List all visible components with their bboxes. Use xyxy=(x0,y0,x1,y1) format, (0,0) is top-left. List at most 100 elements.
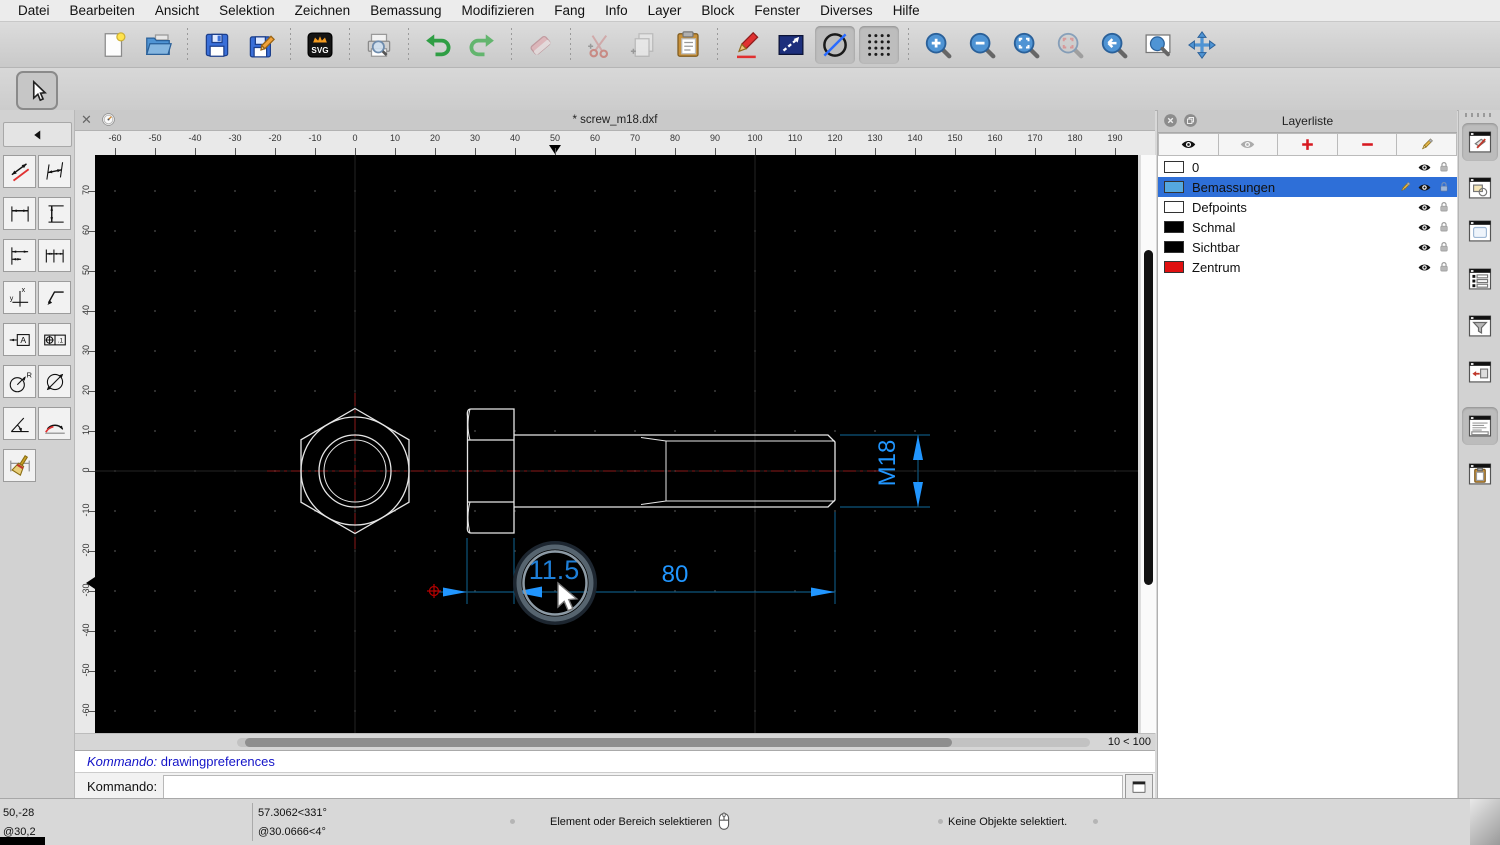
layers-eye-faded-button[interactable] xyxy=(1218,133,1279,156)
menu-layer[interactable]: Layer xyxy=(638,0,692,22)
layer-visibility-icon[interactable] xyxy=(1417,160,1432,175)
palette-back-button[interactable] xyxy=(3,122,72,147)
pointer-tool-button[interactable] xyxy=(16,71,58,110)
reset-button[interactable] xyxy=(815,25,855,64)
menu-info[interactable]: Info xyxy=(595,0,638,22)
layers-plus-button[interactable] xyxy=(1278,133,1338,156)
dock-blocks-toggle[interactable] xyxy=(1462,169,1498,207)
dim-angular-button[interactable] xyxy=(3,407,36,440)
dock-command-toggle[interactable] xyxy=(1462,407,1498,445)
command-detach-button[interactable] xyxy=(1125,774,1153,799)
panel-close-icon[interactable] xyxy=(1162,112,1179,129)
dim-label-button[interactable]: A xyxy=(3,323,36,356)
dim-linear-button[interactable] xyxy=(38,155,71,188)
undo-button[interactable] xyxy=(418,26,458,64)
v-ruler-label: 50 xyxy=(81,265,91,276)
layer-visibility-icon[interactable] xyxy=(1417,180,1432,195)
dock-layers-toggle[interactable] xyxy=(1462,123,1498,161)
dim-leader-button[interactable] xyxy=(38,281,71,314)
layer-row-bemassungen[interactable]: Bemassungen xyxy=(1158,177,1457,197)
zoom-auto-button[interactable] xyxy=(1006,26,1046,64)
horizontal-scrollbar[interactable] xyxy=(237,738,1090,747)
dim-tolerance-button[interactable]: .1 xyxy=(38,323,71,356)
resize-grip[interactable] xyxy=(1470,799,1500,845)
undo-icon xyxy=(426,33,451,56)
dim-radius-button[interactable]: R xyxy=(3,365,36,398)
layer-lock-icon[interactable] xyxy=(1437,260,1451,274)
layer-lock-icon[interactable] xyxy=(1437,220,1451,234)
zoom-in-button[interactable] xyxy=(918,26,958,64)
menu-hilfe[interactable]: Hilfe xyxy=(883,0,930,22)
pen-button[interactable] xyxy=(727,26,767,64)
drawing-canvas[interactable]: 11.5 80 M18 xyxy=(95,155,1138,733)
layer-edit-icon[interactable] xyxy=(1398,180,1412,194)
menu-modifizieren[interactable]: Modifizieren xyxy=(452,0,545,22)
layer-visibility-icon[interactable] xyxy=(1417,240,1432,255)
dock-properties-toggle[interactable] xyxy=(1462,260,1498,298)
tool-options-bar xyxy=(0,68,1500,111)
paste-button[interactable] xyxy=(668,26,708,64)
dock-views-toggle[interactable] xyxy=(1462,212,1498,250)
menu-zeichnen[interactable]: Zeichnen xyxy=(285,0,361,22)
dim-continue-button[interactable] xyxy=(38,239,71,272)
vertical-scrollbar-thumb[interactable] xyxy=(1144,250,1153,585)
open-folder-button[interactable] xyxy=(138,26,178,64)
panel-float-icon[interactable] xyxy=(1182,112,1199,129)
dim-horizontal-button[interactable] xyxy=(3,197,36,230)
menu-ansicht[interactable]: Ansicht xyxy=(145,0,209,22)
layer-row-defpoints[interactable]: Defpoints xyxy=(1158,197,1457,217)
dim-aligned-button[interactable] xyxy=(3,155,36,188)
dock-clipboard-toggle[interactable] xyxy=(1462,455,1498,493)
zoom-out-button[interactable] xyxy=(962,26,1002,64)
save-button[interactable] xyxy=(197,26,237,64)
print-preview-button[interactable] xyxy=(359,26,399,64)
dock-library-toggle[interactable] xyxy=(1462,353,1498,391)
dock-filter-toggle[interactable] xyxy=(1462,307,1498,345)
layer-visibility-icon[interactable] xyxy=(1417,200,1432,215)
layer-lock-icon[interactable] xyxy=(1437,180,1451,194)
dim-ordinate-button[interactable]: xy xyxy=(3,281,36,314)
dim-arc-button[interactable] xyxy=(38,407,71,440)
layer-row-schmal[interactable]: Schmal xyxy=(1158,217,1457,237)
line-props-button[interactable] xyxy=(771,26,811,64)
layer-visibility-icon[interactable] xyxy=(1417,220,1432,235)
menu-block[interactable]: Block xyxy=(691,0,744,22)
layer-row-sichtbar[interactable]: Sichtbar xyxy=(1158,237,1457,257)
layer-row-0[interactable]: 0 xyxy=(1158,157,1457,177)
redo-icon xyxy=(469,33,494,56)
command-input[interactable] xyxy=(163,774,1123,799)
grid-button[interactable] xyxy=(859,25,899,64)
new-file-button[interactable] xyxy=(94,26,134,64)
vertical-scrollbar[interactable] xyxy=(1140,155,1156,733)
save-as-button[interactable] xyxy=(241,26,281,64)
dim-regen-button[interactable] xyxy=(3,449,36,482)
copy-button xyxy=(624,26,664,64)
menu-fenster[interactable]: Fenster xyxy=(744,0,810,22)
layers-minus-button[interactable] xyxy=(1337,133,1398,156)
zoom-previous-button[interactable] xyxy=(1094,26,1134,64)
redo-button[interactable] xyxy=(462,26,502,64)
svg-export-button[interactable]: SVG xyxy=(300,26,340,64)
horizontal-scrollbar-thumb[interactable] xyxy=(245,738,952,747)
dim-vertical-button[interactable] xyxy=(38,197,71,230)
menu-datei[interactable]: Datei xyxy=(8,0,60,22)
layer-lock-icon[interactable] xyxy=(1437,240,1451,254)
zoom-selection-button xyxy=(1050,26,1090,64)
layer-visibility-icon[interactable] xyxy=(1417,260,1432,275)
layers-pencil-button[interactable] xyxy=(1397,133,1457,156)
layers-eye-button[interactable] xyxy=(1158,133,1219,156)
menu-bemassung[interactable]: Bemassung xyxy=(360,0,451,22)
dim-baseline-button[interactable] xyxy=(3,239,36,272)
menu-selektion[interactable]: Selektion xyxy=(209,0,285,22)
zoom-window-button[interactable] xyxy=(1138,26,1178,64)
menu-fang[interactable]: Fang xyxy=(544,0,595,22)
menu-bearbeiten[interactable]: Bearbeiten xyxy=(60,0,145,22)
pan-button[interactable] xyxy=(1182,26,1222,64)
menu-diverses[interactable]: Diverses xyxy=(810,0,883,22)
layer-row-zentrum[interactable]: Zentrum xyxy=(1158,257,1457,277)
layer-lock-icon[interactable] xyxy=(1437,160,1451,174)
dock-handle xyxy=(1465,113,1495,117)
dim-diameter-button[interactable] xyxy=(38,365,71,398)
layer-lock-icon[interactable] xyxy=(1437,200,1451,214)
h-ruler-label: -10 xyxy=(308,133,322,143)
